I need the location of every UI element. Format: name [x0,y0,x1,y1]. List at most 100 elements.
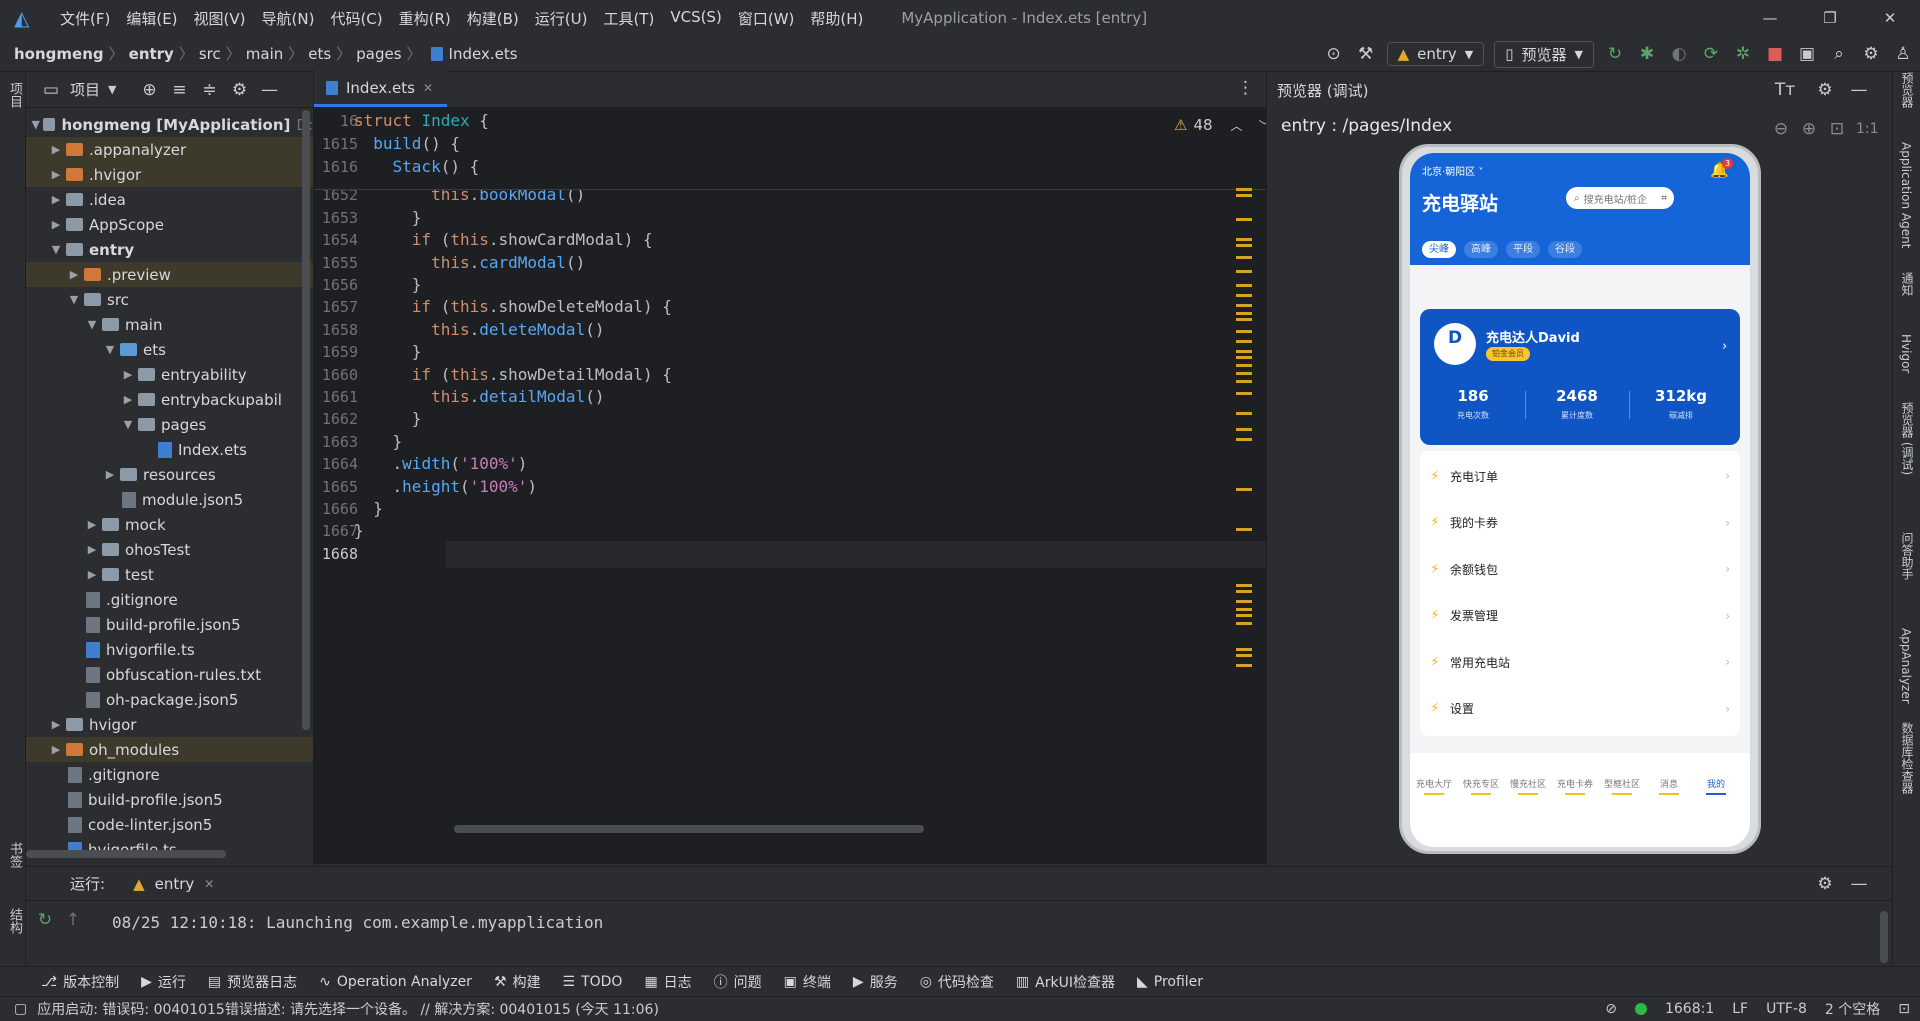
code-line[interactable]: } [354,432,403,451]
chevron-right-icon[interactable]: ▶ [48,168,64,181]
warning-marker[interactable] [1236,608,1252,611]
status-message[interactable]: 应用启动: 错误码: 00401015错误描述: 请先选择一个设备。 // 解决… [37,999,659,1019]
tool-window-button[interactable]: ▤ 预览器日志 [197,972,308,992]
chevron-right-icon[interactable]: ▶ [48,718,64,731]
hide-icon[interactable]: — [1848,873,1870,895]
warning-marker[interactable] [1236,364,1252,367]
right-tool-button[interactable]: 预览器 [1899,72,1916,108]
attach-debugger-icon[interactable]: ◐ [1668,43,1690,65]
file-encoding[interactable]: UTF-8 [1766,1001,1807,1017]
tree-item[interactable]: ▶ .idea [26,187,313,212]
tree-item[interactable]: ▶ resources [26,462,313,487]
panel-toggle-icon[interactable]: ▢ [14,1001,27,1017]
code-line[interactable]: if (this.showDetailModal) { [354,365,672,384]
warning-marker[interactable] [1236,318,1252,321]
right-tool-button[interactable]: Hvigor [1899,334,1913,373]
device-manager-icon[interactable]: ▣ [1796,43,1818,65]
tree-item[interactable]: ▶ .preview [26,262,313,287]
menu-window[interactable]: 窗口(W) [730,8,803,29]
tree-item[interactable]: .gitignore [26,587,313,612]
breadcrumb-item[interactable]: src [199,45,221,63]
apply-changes-icon[interactable]: ⟳ [1700,43,1722,65]
indent-setting[interactable]: 2 个空格 [1825,999,1880,1019]
project-scrollbar[interactable] [302,110,310,730]
tree-item[interactable]: ▼ entry [26,237,313,262]
hammer-icon[interactable]: ⚒ [1355,43,1377,65]
hide-icon[interactable]: — [258,79,280,101]
warning-marker[interactable] [1236,528,1252,531]
tree-item[interactable]: .gitignore [26,762,313,787]
chevron-right-icon[interactable]: ▶ [84,518,100,531]
menu-edit[interactable]: 编辑(E) [118,8,185,29]
chevron-right-icon[interactable]: ▶ [48,218,64,231]
menu-navigate[interactable]: 导航(N) [254,8,323,29]
warning-marker[interactable] [1236,304,1252,307]
warning-marker[interactable] [1236,622,1252,625]
scroll-up-icon[interactable]: ↑ [62,909,84,931]
warning-marker[interactable] [1236,372,1252,375]
code-editor[interactable]: 1651 if (this.showBookModal) {1652 this.… [314,108,1271,864]
bottom-nav-item[interactable]: 充电卡券 [1553,777,1597,795]
code-line[interactable]: this.cardModal() [354,253,585,272]
tree-item[interactable]: Index.ets [26,437,313,462]
right-tool-button[interactable]: 问答助手 [1899,532,1916,580]
line-separator[interactable]: LF [1732,1001,1748,1017]
tree-item[interactable]: ▶ test [26,562,313,587]
code-line[interactable]: this.detailModal() [354,387,604,406]
warning-marker[interactable] [1236,664,1252,667]
warning-marker[interactable] [1236,648,1252,651]
project-tool-button[interactable]: 项目 [5,82,24,108]
code-line[interactable]: Stack() { [354,157,480,176]
code-line[interactable]: } [354,342,422,361]
tool-window-button[interactable]: ⓘ 问题 [703,972,773,992]
menu-view[interactable]: 视图(V) [186,8,254,29]
run-tab[interactable]: entry [155,875,195,893]
no-power-icon[interactable]: ⊘ [1605,1001,1617,1017]
menu-item[interactable]: ⚡ 发票管理 › [1420,593,1740,639]
editor-hscrollbar[interactable] [454,825,924,833]
code-line[interactable]: if (this.showDeleteModal) { [354,297,672,316]
code-line[interactable]: } [354,208,422,227]
actual-size-icon[interactable]: 1:1 [1856,118,1879,140]
bookmarks-tool-button[interactable]: 书签 [5,842,24,868]
tool-window-button[interactable]: ▥ ArkUI检查器 [1005,972,1126,992]
menu-build[interactable]: 构建(B) [459,8,527,29]
menu-run[interactable]: 运行(U) [527,8,596,29]
tool-window-button[interactable]: ∿ Operation Analyzer [308,974,483,990]
warning-marker[interactable] [1236,330,1252,333]
fit-icon[interactable]: ⊡ [1826,118,1848,140]
tool-window-button[interactable]: ⚒ 构建 [483,972,552,992]
warning-marker[interactable] [1236,218,1252,221]
breadcrumb-item[interactable]: Index.ets [449,45,518,63]
bottom-nav-item[interactable]: 充电大厅 [1412,777,1456,795]
tree-item[interactable]: ▶ AppScope [26,212,313,237]
target-icon[interactable]: ⊙ [1323,43,1345,65]
menu-item[interactable]: ⚡ 充电订单 › [1420,453,1740,499]
warning-marker[interactable] [1236,340,1252,343]
run-config-dropdown[interactable]: ▲ entry ▼ [1386,42,1485,66]
tree-item[interactable]: build-profile.json5 [26,612,313,637]
device-dropdown[interactable]: ▯ 预览器 ▼ [1494,40,1594,68]
scan-icon[interactable]: ⌗ [1661,193,1667,204]
warning-marker[interactable] [1236,312,1252,315]
tool-window-button[interactable]: ⎇ 版本控制 [30,972,130,992]
restore-icon[interactable]: ❐ [1800,0,1860,36]
warning-marker[interactable] [1236,488,1252,491]
bottom-nav-item[interactable]: 快充专区 [1459,777,1503,795]
chevron-right-icon[interactable]: ▶ [84,568,100,581]
right-tool-button[interactable]: 通知 [1899,272,1916,296]
code-line[interactable]: } [354,499,383,518]
code-line[interactable]: if (this.showCardModal) { [354,230,653,249]
warning-marker[interactable] [1236,380,1252,383]
tree-item[interactable]: ▼ main [26,312,313,337]
gear-icon[interactable]: ⚙ [228,79,250,101]
warning-marker[interactable] [1236,438,1252,441]
tree-item[interactable]: obfuscation-rules.txt [26,662,313,687]
font-size-icon[interactable]: Tт [1774,79,1796,101]
tree-item[interactable]: module.json5 [26,487,313,512]
warning-marker[interactable] [1236,654,1252,657]
right-tool-button[interactable]: 预览器 (调试) [1899,402,1916,475]
menu-tools[interactable]: 工具(T) [595,8,662,29]
status-ok-icon[interactable] [1634,1003,1647,1015]
tree-item[interactable]: oh-package.json5 [26,687,313,712]
